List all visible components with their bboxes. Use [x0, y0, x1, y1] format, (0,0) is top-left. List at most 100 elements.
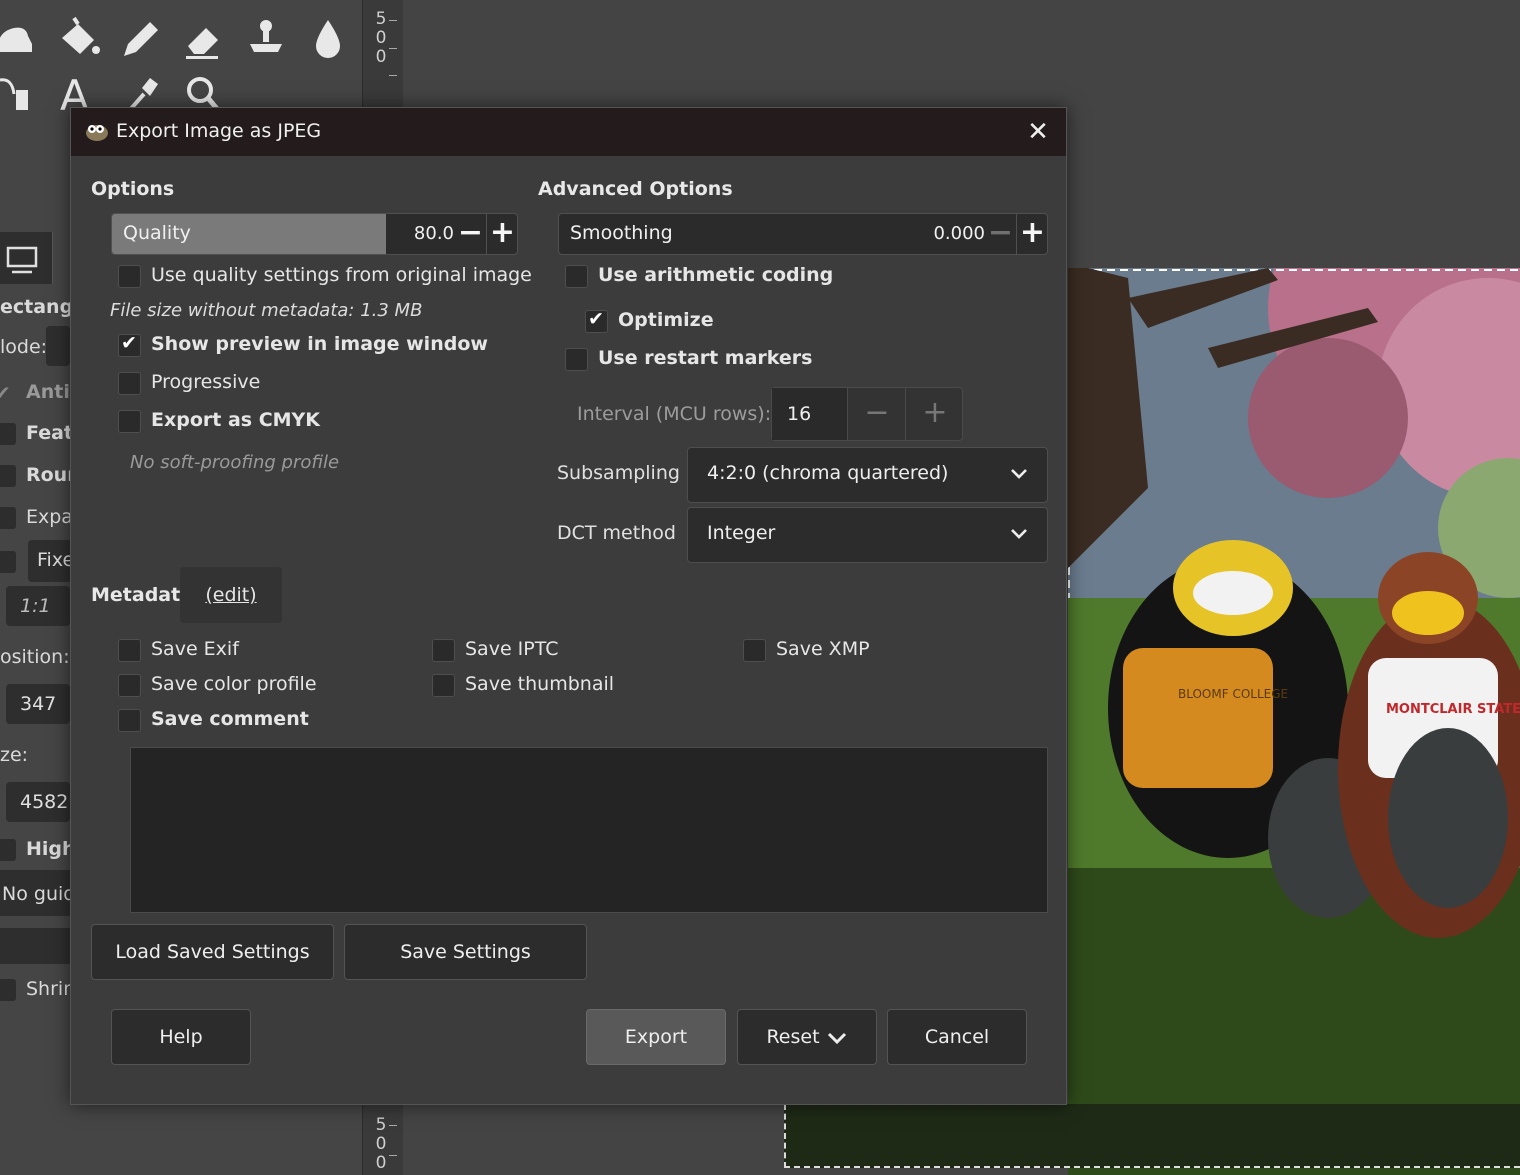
subsampling-dropdown[interactable]: 4:2:0 (chroma quartered) — [687, 447, 1048, 503]
metadata-heading: Metadata — [91, 584, 194, 606]
save-iptc-checkbox[interactable] — [432, 639, 455, 662]
left-jersey-text: BLOOMF COLLEGE — [1178, 687, 1288, 701]
save-color-profile-label: Save color profile — [151, 673, 317, 695]
mode-selector[interactable] — [46, 326, 70, 366]
export-button[interactable]: Export — [586, 1009, 726, 1065]
save-exif-checkbox[interactable] — [118, 639, 141, 662]
interval-value[interactable]: 16 — [772, 388, 847, 440]
canvas-photo[interactable]: BLOOMF COLLEGE MONTCLAIR STATE — [1068, 268, 1520, 1175]
position-label: osition: — [0, 646, 70, 668]
rounded-corners-label: Rour — [26, 464, 77, 486]
chevron-down-icon — [1011, 469, 1027, 479]
smoothing-decrease-button[interactable]: − — [985, 214, 1016, 254]
guides-dropdown[interactable]: No guid — [0, 870, 76, 916]
eraser-tool-icon[interactable] — [176, 14, 232, 62]
export-cmyk-label: Export as CMYK — [151, 409, 321, 431]
save-xmp-checkbox[interactable] — [743, 639, 766, 662]
antialias-checkbox[interactable]: ✔ — [0, 381, 16, 405]
progressive-checkbox[interactable] — [118, 372, 141, 395]
use-original-quality-label: Use quality settings from original image — [151, 264, 532, 286]
save-comment-checkbox[interactable] — [118, 709, 141, 732]
rounded-corners-checkbox[interactable] — [0, 465, 16, 487]
clone-tool-icon[interactable] — [238, 14, 294, 62]
save-comment-label: Save comment — [151, 708, 309, 730]
restart-markers-checkbox[interactable] — [565, 348, 588, 371]
display-icon[interactable] — [0, 232, 53, 284]
arithmetic-coding-checkbox[interactable] — [565, 265, 588, 288]
size-width-field[interactable]: 4582 — [6, 782, 70, 822]
ruler-digit: 5 — [375, 9, 387, 29]
save-thumbnail-label: Save thumbnail — [465, 673, 615, 695]
save-thumbnail-checkbox[interactable] — [432, 674, 455, 697]
export-cmyk-checkbox[interactable] — [118, 410, 141, 433]
save-iptc-label: Save IPTC — [465, 638, 559, 660]
quality-spin[interactable]: Quality 80.0 − + — [111, 213, 518, 255]
dct-method-dropdown[interactable]: Integer — [687, 507, 1048, 563]
optimize-checkbox[interactable] — [585, 308, 608, 333]
save-color-profile-checkbox[interactable] — [118, 674, 141, 697]
gimp-logo-icon — [83, 120, 109, 142]
tool-shape-label: ectangl — [0, 296, 80, 318]
mode-label: lode: — [0, 336, 48, 358]
highlight-checkbox[interactable] — [0, 839, 16, 861]
save-settings-button[interactable]: Save Settings — [344, 924, 587, 980]
options-heading: Options — [91, 178, 175, 200]
feather-checkbox[interactable] — [0, 423, 16, 445]
quality-value: 80.0 — [413, 223, 454, 244]
reset-button[interactable]: Reset — [737, 1009, 877, 1065]
quality-decrease-button[interactable]: − — [455, 214, 486, 254]
ruler-digit: 0 — [375, 28, 387, 48]
smoothing-spin[interactable]: Smoothing 0.000 − + — [558, 213, 1048, 255]
fixed-label: Fixe — [37, 549, 75, 571]
fixed-dropdown[interactable]: Fixe — [28, 540, 75, 582]
smudge-tool-icon[interactable] — [0, 14, 48, 62]
right-jersey-text: MONTCLAIR STATE — [1386, 702, 1520, 717]
use-original-quality-checkbox[interactable] — [118, 265, 141, 288]
fixed-checkbox[interactable] — [0, 551, 16, 573]
ruler-digit: 0 — [375, 47, 387, 67]
bucket-fill-tool-icon[interactable] — [52, 14, 108, 62]
canvas-photo-bottom — [784, 1104, 1520, 1168]
quality-increase-button[interactable]: + — [486, 214, 518, 254]
dialog-title: Export Image as JPEG — [116, 120, 322, 142]
chevron-down-icon — [1011, 529, 1027, 539]
dct-method-value: Integer — [707, 522, 776, 544]
load-saved-settings-button[interactable]: Load Saved Settings — [91, 924, 334, 980]
paths-tool-icon[interactable] — [0, 70, 48, 118]
progressive-label: Progressive — [151, 371, 261, 393]
arithmetic-coding-label: Use arithmetic coding — [598, 264, 834, 286]
interval-decrease-button[interactable]: − — [847, 388, 906, 440]
cancel-button[interactable]: Cancel — [887, 1009, 1027, 1065]
smoothing-value: 0.000 — [933, 223, 985, 244]
show-preview-checkbox[interactable] — [118, 332, 141, 357]
blur-tool-icon[interactable] — [300, 14, 356, 62]
ruler-digit: 5 — [375, 1115, 387, 1135]
position-x-field[interactable]: 347 — [6, 684, 70, 724]
chevron-down-icon — [827, 1032, 846, 1044]
auto-shrink-button[interactable] — [0, 928, 72, 964]
smoothing-label: Smoothing — [570, 222, 673, 244]
help-button[interactable]: Help — [111, 1009, 251, 1065]
expand-checkbox[interactable] — [0, 507, 16, 529]
dialog-titlebar[interactable]: Export Image as JPEG ✕ — [71, 108, 1066, 156]
smoothing-increase-button[interactable]: + — [1016, 214, 1048, 254]
ruler-digit: 0 — [375, 1153, 387, 1173]
comment-textarea[interactable] — [130, 747, 1048, 913]
highlight-label: High — [26, 838, 76, 860]
close-icon[interactable]: ✕ — [1020, 114, 1056, 150]
interval-spin[interactable]: 16 − + — [771, 387, 963, 441]
guides-value: No guid — [2, 883, 76, 905]
subsampling-label: Subsampling — [557, 462, 680, 484]
soft-proofing-text: No soft-proofing profile — [130, 452, 340, 473]
optimize-label: Optimize — [618, 309, 714, 331]
advanced-options-heading: Advanced Options — [538, 178, 733, 200]
save-xmp-label: Save XMP — [776, 638, 870, 660]
subsampling-value: 4:2:0 (chroma quartered) — [707, 462, 949, 484]
shrink-merged-checkbox[interactable] — [0, 979, 16, 1001]
pencil-tool-icon[interactable] — [114, 14, 170, 62]
ruler-digit: 0 — [375, 1134, 387, 1154]
ratio-field[interactable]: 1:1 — [6, 586, 70, 626]
show-preview-label: Show preview in image window — [151, 333, 488, 355]
interval-increase-button[interactable]: + — [905, 388, 964, 440]
metadata-edit-link[interactable]: (edit) — [180, 567, 282, 623]
